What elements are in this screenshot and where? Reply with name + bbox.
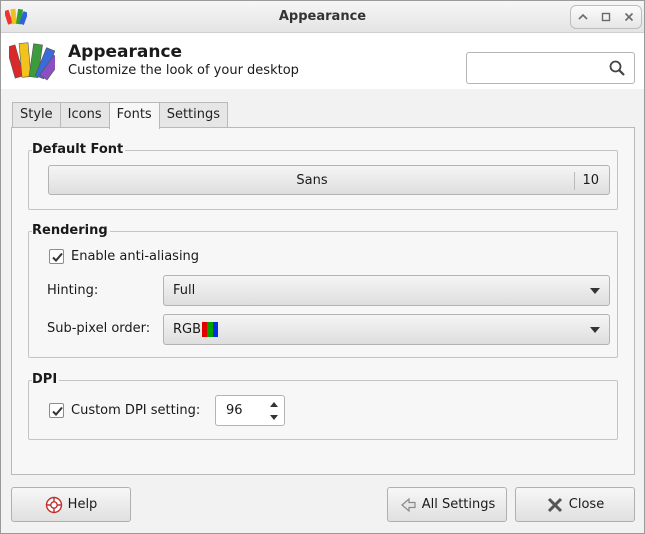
rendering-section-label: Rendering <box>32 223 110 238</box>
subpixel-value: RGB <box>173 322 202 337</box>
subpixel-select[interactable]: RGB <box>163 314 610 345</box>
search-icon[interactable] <box>608 59 626 77</box>
help-button[interactable]: Help <box>11 487 131 522</box>
chevron-down-icon <box>590 288 600 294</box>
close-button[interactable]: Close <box>515 487 635 522</box>
chevron-down-icon <box>590 327 600 333</box>
close-button-label: Close <box>568 497 605 512</box>
checkmark-icon <box>52 252 63 262</box>
search-input[interactable] <box>466 52 635 84</box>
decrement-icon[interactable] <box>270 415 278 420</box>
tab-icons[interactable]: Icons <box>59 102 110 128</box>
hinting-value: Full <box>173 283 196 298</box>
maximize-icon[interactable] <box>597 8 615 26</box>
font-chooser-button[interactable]: Sans 10 <box>48 165 610 195</box>
hinting-select[interactable]: Full <box>163 275 610 306</box>
minimize-icon[interactable] <box>574 8 592 26</box>
all-settings-button[interactable]: All Settings <box>387 487 507 522</box>
header-title: Appearance <box>68 42 183 62</box>
header-subtitle: Customize the look of your desktop <box>68 63 299 78</box>
font-name: Sans <box>296 173 328 188</box>
close-window-icon[interactable] <box>620 8 638 26</box>
rgb-subpixel-icon <box>202 322 218 337</box>
window-title: Appearance <box>278 9 367 24</box>
back-arrow-icon <box>400 497 416 512</box>
tab-settings[interactable]: Settings <box>158 102 229 128</box>
checkmark-icon <box>52 406 63 416</box>
appearance-window: Appearance Appearance Customize the look… <box>0 0 645 534</box>
increment-icon[interactable] <box>270 402 278 407</box>
custom-dpi-label[interactable]: Custom DPI setting: <box>71 403 200 418</box>
dpi-value: 96 <box>226 403 243 418</box>
font-size: 10 <box>582 173 599 188</box>
hinting-label: Hinting: <box>47 283 99 298</box>
close-icon <box>547 497 562 512</box>
tab-fonts[interactable]: Fonts <box>108 102 160 129</box>
palette-icon <box>9 42 55 81</box>
custom-dpi-checkbox[interactable] <box>49 403 64 418</box>
window-controls <box>570 5 642 29</box>
font-size-separator <box>574 172 575 190</box>
dpi-spinbutton[interactable]: 96 <box>215 395 285 426</box>
title-bar[interactable]: Appearance <box>1 1 644 33</box>
antialias-checkbox[interactable] <box>49 249 64 264</box>
subpixel-label: Sub-pixel order: <box>47 321 151 336</box>
tab-style[interactable]: Style <box>12 102 61 128</box>
all-settings-button-label: All Settings <box>421 497 496 512</box>
default-font-section-label: Default Font <box>32 142 126 157</box>
help-button-label: Help <box>67 497 98 512</box>
antialias-label[interactable]: Enable anti-aliasing <box>71 249 199 264</box>
help-icon <box>45 496 62 513</box>
header: Appearance Customize the look of your de… <box>1 33 644 89</box>
tab-bar: Style Icons Fonts Settings <box>12 102 229 129</box>
dpi-section-label: DPI <box>32 372 60 387</box>
